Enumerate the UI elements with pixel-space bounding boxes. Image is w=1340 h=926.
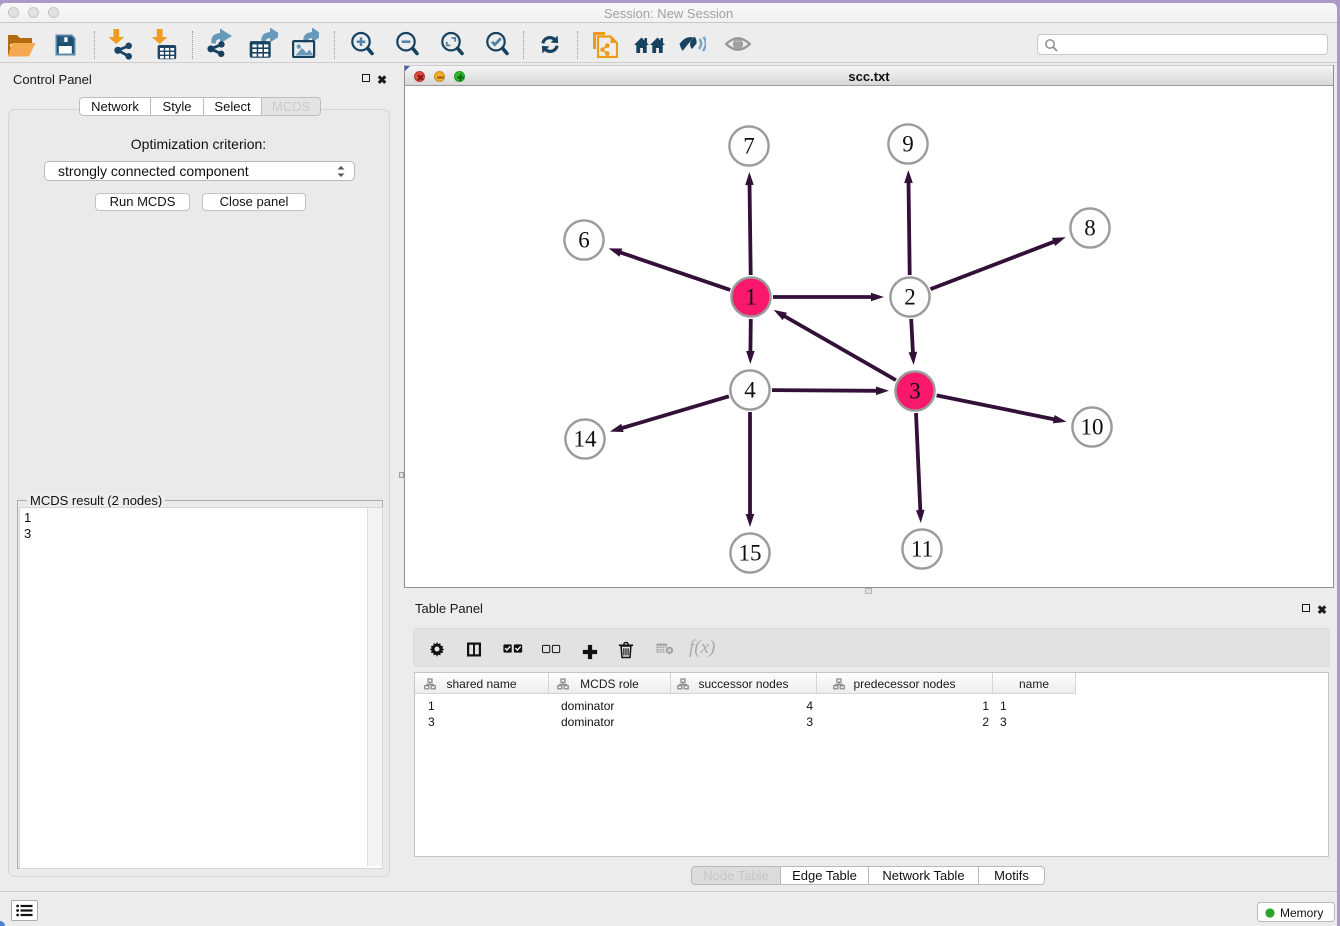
svg-text:2: 2 xyxy=(904,285,916,310)
svg-text:10: 10 xyxy=(1081,415,1104,440)
svg-text:1: 1 xyxy=(745,285,757,310)
svg-text:7: 7 xyxy=(743,134,755,159)
svg-text:9: 9 xyxy=(902,132,914,157)
svg-text:6: 6 xyxy=(578,228,590,253)
svg-text:3: 3 xyxy=(909,379,921,404)
svg-text:15: 15 xyxy=(739,541,762,566)
svg-text:14: 14 xyxy=(574,427,598,452)
svg-text:11: 11 xyxy=(911,537,933,562)
svg-text:4: 4 xyxy=(744,378,756,403)
svg-text:8: 8 xyxy=(1084,216,1096,241)
